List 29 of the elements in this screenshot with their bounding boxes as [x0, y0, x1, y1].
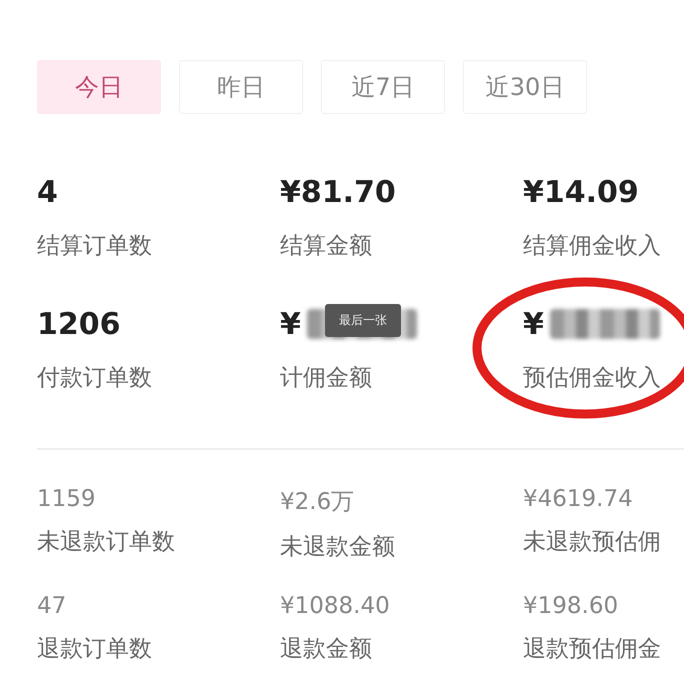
stat-value: ¥: [523, 306, 544, 342]
stat-label: 退款预估佣金: [523, 635, 662, 664]
period-tab[interactable]: 近30日: [463, 60, 587, 114]
stat-label: 退款金额: [280, 635, 373, 664]
stat-value: ¥: [280, 306, 301, 342]
stat-label: 计佣金额: [280, 364, 373, 393]
stat-label: 结算佣金收入: [523, 232, 662, 261]
overlay-label: 最后一张: [325, 304, 401, 337]
stat-value: ¥1088.40: [280, 593, 391, 619]
stat-value: ¥4619.74: [523, 486, 634, 512]
stat-value: 4: [37, 174, 58, 210]
stat-label: 退款订单数: [37, 635, 153, 664]
stat-value: 1159: [37, 486, 97, 512]
stat-label: 未退款金额: [280, 533, 396, 562]
stat-value: 47: [37, 593, 68, 619]
stat-value: ¥81.70: [280, 174, 396, 210]
stat-label: 付款订单数: [37, 364, 153, 393]
stat-value: ¥14.09: [523, 174, 639, 210]
stat-value: ¥2.6万: [280, 488, 356, 517]
stat-label: 结算金额: [280, 232, 373, 261]
stat-value: 1206: [37, 306, 120, 342]
stat-value: ¥198.60: [523, 593, 620, 619]
stat-label: 结算订单数: [37, 232, 153, 261]
stat-label: 未退款预估佣: [523, 528, 662, 557]
period-tab[interactable]: 今日: [37, 60, 161, 114]
stat-label: 未退款订单数: [37, 528, 176, 557]
period-tab[interactable]: 近7日: [321, 60, 445, 114]
period-tab[interactable]: 昨日: [179, 60, 303, 114]
stat-label: 预估佣金收入: [523, 364, 662, 393]
